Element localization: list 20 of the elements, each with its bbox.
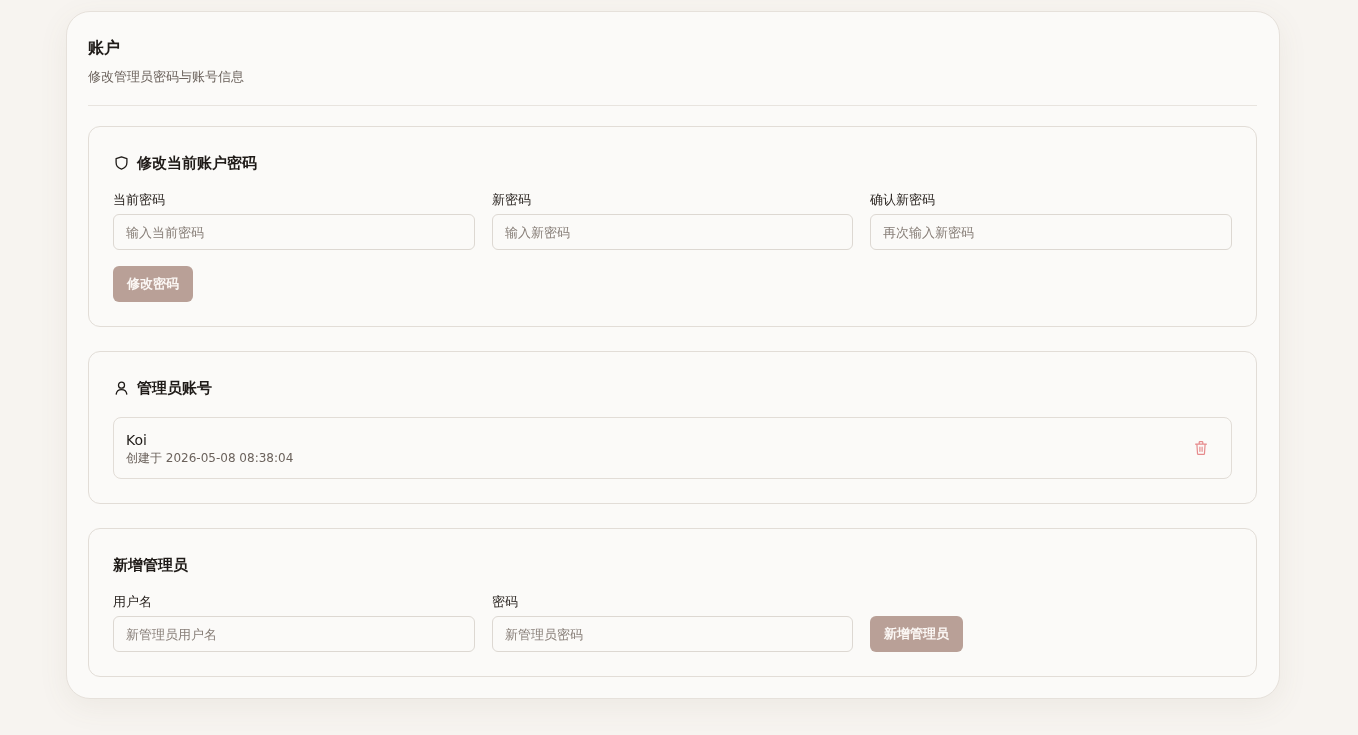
- section-title: 管理员账号: [137, 378, 212, 399]
- user-icon: [115, 381, 128, 395]
- section-title: 修改当前账户密码: [137, 153, 257, 174]
- field-label: 确认新密码: [870, 191, 937, 209]
- trash-icon: [1195, 441, 1207, 455]
- field-label: 当前密码: [113, 191, 166, 209]
- shield-icon: [115, 156, 128, 170]
- section-title: 新增管理员: [113, 555, 188, 576]
- account-name: Koi: [126, 431, 148, 450]
- password-input[interactable]: 输入新密码: [491, 214, 854, 250]
- password-input[interactable]: 再次输入新密码: [870, 214, 1232, 250]
- username-input[interactable]: 新管理员用户名: [113, 616, 475, 652]
- page-title: 账户: [88, 37, 121, 59]
- field-label: 用户名: [113, 593, 153, 611]
- password-input[interactable]: 新管理员密码: [491, 616, 854, 652]
- field-label: 密码: [491, 593, 519, 611]
- password-input[interactable]: 输入当前密码: [113, 214, 475, 250]
- page-subtitle: 修改管理员密码与账号信息: [88, 68, 245, 86]
- field-label: 新密码: [491, 191, 532, 209]
- account-created-time: 创建于 2026-05-08 08:38:04: [126, 450, 294, 466]
